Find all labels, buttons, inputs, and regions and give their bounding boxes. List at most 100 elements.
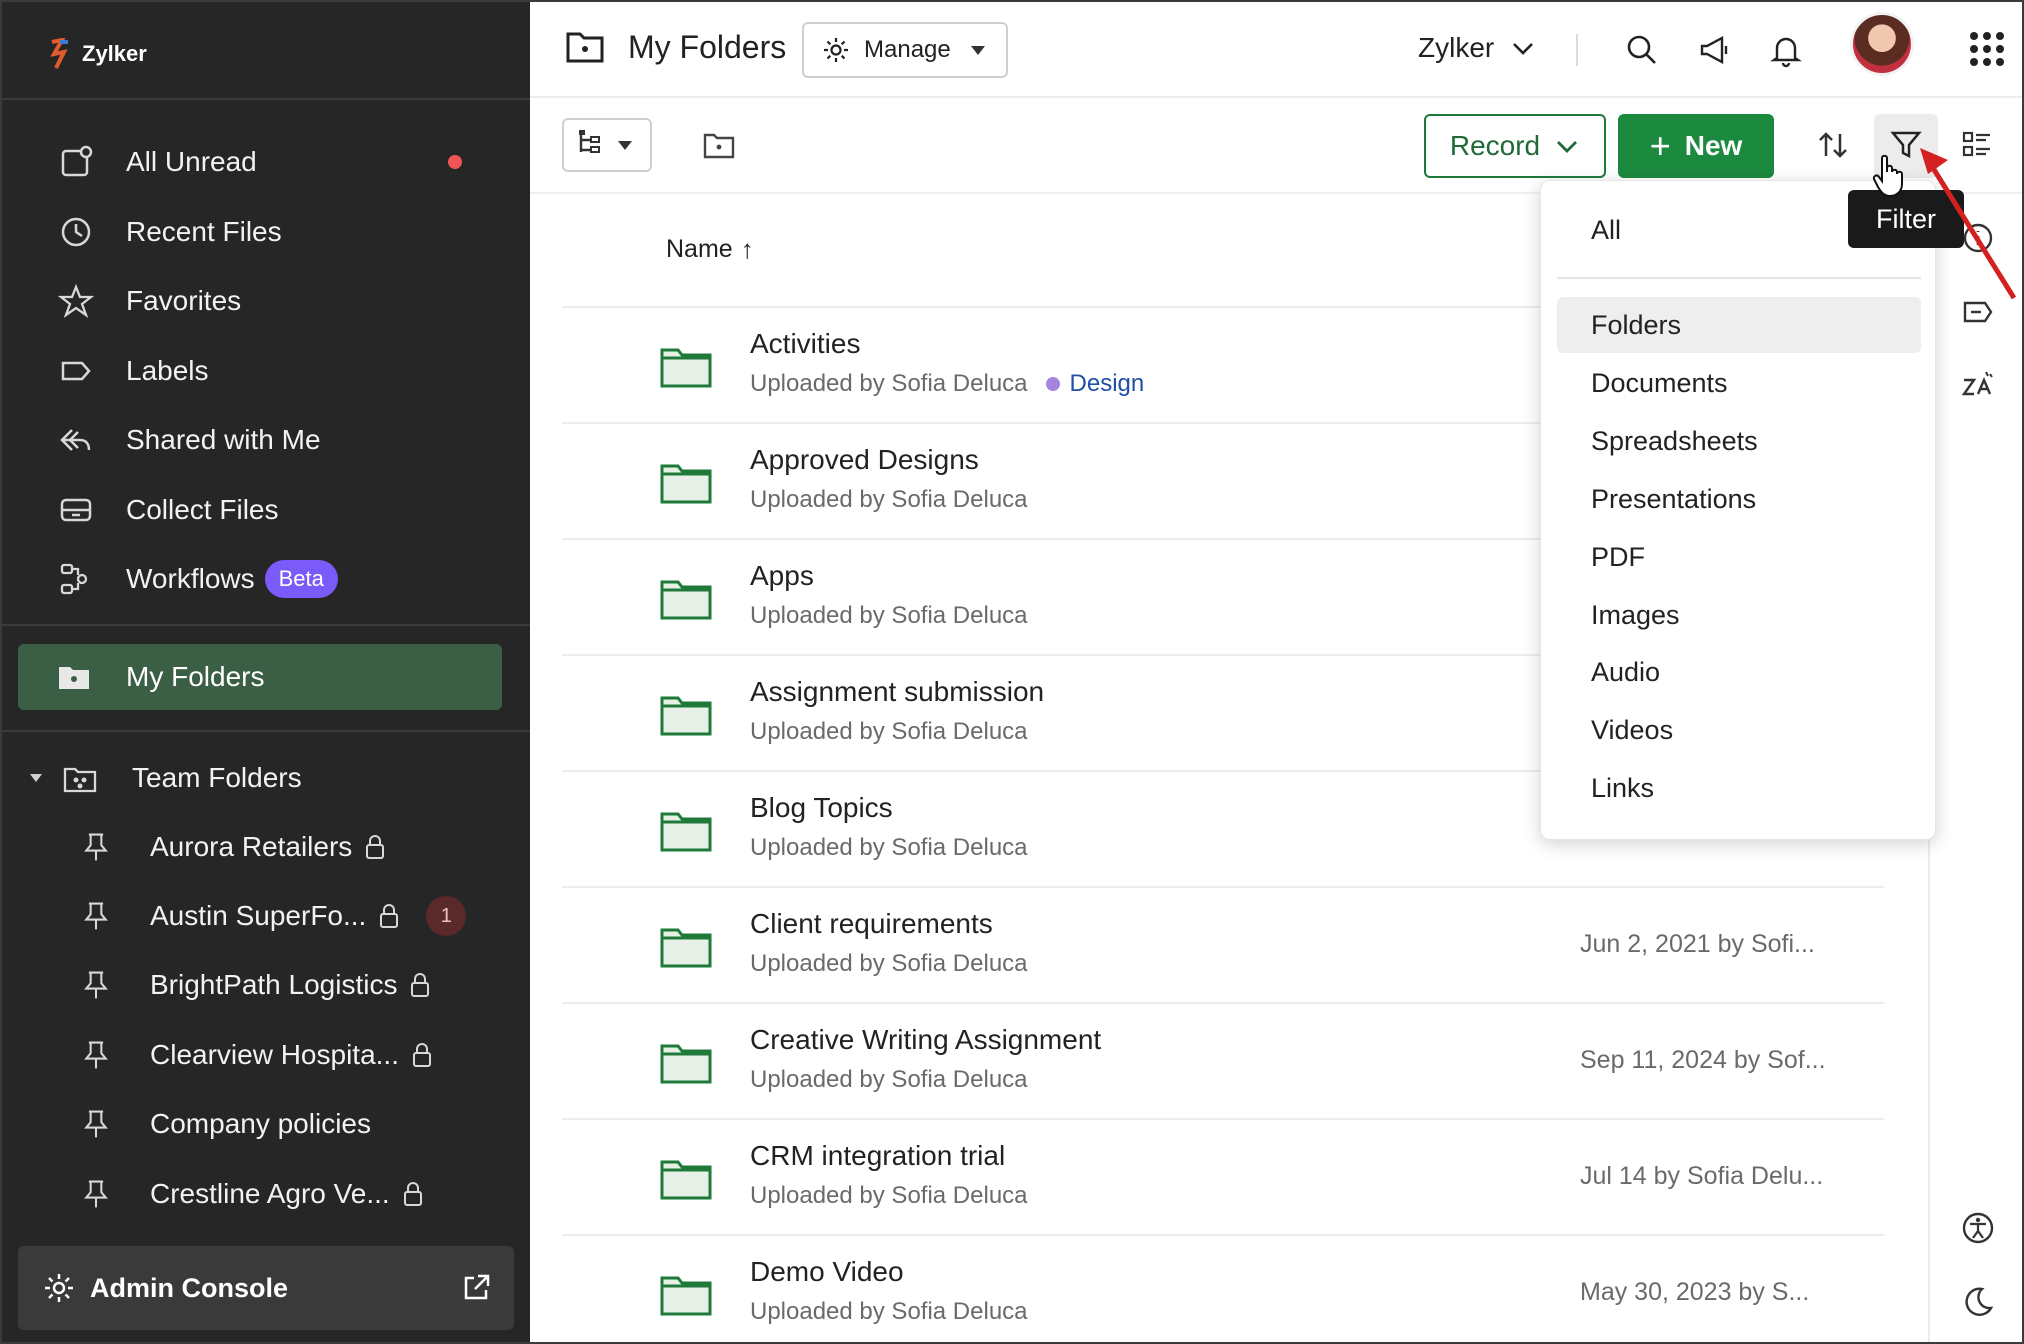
- page-title-text: My Folders: [628, 28, 787, 65]
- pin-icon: [80, 965, 120, 1005]
- team-folder-label: Aurora Retailers: [150, 831, 353, 862]
- sidebar-item-labels[interactable]: Labels: [56, 343, 209, 399]
- folder-name[interactable]: CRM integration trial: [750, 1140, 1005, 1172]
- sidebar-divider: [2, 730, 530, 732]
- accessibility-icon[interactable]: [1960, 1210, 1996, 1246]
- folder-name[interactable]: Demo Video: [750, 1256, 904, 1288]
- dark-mode-icon[interactable]: [1960, 1284, 1996, 1320]
- table-row[interactable]: CRM integration trial Uploaded by Sofia …: [562, 1120, 1884, 1236]
- page-title: My Folders: [564, 26, 786, 68]
- new-button[interactable]: + New: [1618, 114, 1774, 178]
- folder-name[interactable]: Activities: [750, 328, 860, 360]
- modified-date: Sep 11, 2024 by Sof...: [1580, 1046, 1826, 1074]
- folder-icon: [660, 1044, 712, 1084]
- unread-icon: [56, 142, 96, 182]
- filter-option-audio[interactable]: Audio: [1557, 644, 1921, 700]
- hand-cursor-icon: [1872, 154, 1903, 198]
- folder-icon: [660, 696, 712, 736]
- bell-icon[interactable]: [1768, 32, 1804, 68]
- folder-name[interactable]: Approved Designs: [750, 444, 979, 476]
- sidebar-item-label: Collect Files: [126, 494, 279, 525]
- lock-icon: [378, 903, 400, 929]
- filter-option-images[interactable]: Images: [1557, 587, 1921, 643]
- sidebar-item-label: My Folders: [126, 661, 265, 692]
- team-folder-item[interactable]: Austin SuperFo... 1: [80, 888, 467, 944]
- folder-icon: [660, 928, 712, 968]
- team-folder-item[interactable]: BrightPath Logistics: [80, 957, 431, 1013]
- new-folder-icon[interactable]: [702, 130, 736, 160]
- folder-meta: Uploaded by Sofia Deluca: [750, 486, 1028, 514]
- table-row[interactable]: Client requirements Uploaded by Sofia De…: [562, 888, 1884, 1004]
- name-column-header[interactable]: Name ↑: [666, 234, 754, 265]
- team-folder-item[interactable]: Aurora Retailers: [80, 819, 386, 875]
- announcement-icon[interactable]: [1696, 32, 1732, 68]
- sidebar-item-my-folders[interactable]: My Folders: [18, 644, 502, 710]
- folder-name[interactable]: Creative Writing Assignment: [750, 1024, 1101, 1056]
- pin-icon: [80, 827, 120, 867]
- record-button[interactable]: Record: [1424, 114, 1606, 178]
- dropdown-divider: [1557, 277, 1921, 279]
- filter-dropdown: All Folders Documents Spreadsheets Prese…: [1540, 180, 1936, 840]
- folder-icon: [660, 812, 712, 852]
- team-folder-icon: [62, 758, 102, 798]
- label-icon: [56, 351, 96, 391]
- avatar[interactable]: [1850, 12, 1914, 76]
- pin-icon: [80, 896, 120, 936]
- right-rail: [1928, 194, 2022, 1342]
- uploaded-by: Uploaded by Sofia Deluca: [750, 1066, 1028, 1093]
- pin-icon: [80, 1035, 120, 1075]
- filter-option-videos[interactable]: Videos: [1557, 702, 1921, 758]
- caret-down-icon: [618, 140, 632, 150]
- filter-option-pdf[interactable]: PDF: [1557, 529, 1921, 585]
- filter-option-all[interactable]: All: [1591, 215, 1621, 246]
- filter-option-presentations[interactable]: Presentations: [1557, 471, 1921, 527]
- sidebar-divider: [2, 624, 530, 626]
- folder-name[interactable]: Client requirements: [750, 908, 993, 940]
- folder-name[interactable]: Assignment submission: [750, 676, 1044, 708]
- header-divider: [1576, 34, 1578, 66]
- team-folder-item[interactable]: Company policies: [80, 1096, 371, 1152]
- plus-icon: +: [1649, 125, 1671, 166]
- label-tag[interactable]: Design: [1070, 370, 1145, 398]
- folder-meta: Uploaded by Sofia Deluca Design: [750, 370, 1144, 398]
- team-folder-item[interactable]: Clearview Hospita...: [80, 1027, 433, 1083]
- modified-date: Jul 14 by Sofia Delu...: [1580, 1162, 1824, 1190]
- admin-console-button[interactable]: Admin Console: [18, 1246, 514, 1330]
- filter-option-spreadsheets[interactable]: Spreadsheets: [1557, 413, 1921, 469]
- apps-grid-icon[interactable]: [1970, 32, 2004, 66]
- table-row[interactable]: Creative Writing Assignment Uploaded by …: [562, 1004, 1884, 1120]
- table-row[interactable]: Demo Video Uploaded by Sofia Deluca May …: [562, 1236, 1884, 1342]
- unread-count-badge: 1: [426, 896, 467, 936]
- sidebar-item-all-unread[interactable]: All Unread: [56, 134, 257, 190]
- sidebar-item-workflows[interactable]: Workflows Beta: [56, 551, 338, 607]
- new-label: New: [1684, 130, 1743, 161]
- app-window: Zylker All Unread Recent Files Favorites…: [0, 0, 2024, 1344]
- caret-down-icon[interactable]: [30, 774, 42, 782]
- filter-option-folders[interactable]: Folders: [1557, 297, 1921, 353]
- sidebar-item-collect-files[interactable]: Collect Files: [56, 482, 278, 538]
- org-switcher[interactable]: Zylker: [1418, 32, 1536, 64]
- team-folder-label: Company policies: [150, 1108, 371, 1139]
- external-link-icon[interactable]: [460, 1272, 492, 1304]
- uploaded-by: Uploaded by Sofia Deluca: [750, 486, 1028, 513]
- search-icon[interactable]: [1624, 32, 1660, 68]
- team-folder-item[interactable]: Crestline Agro Ve...: [80, 1166, 424, 1222]
- folder-name[interactable]: Blog Topics: [750, 792, 893, 824]
- manage-button[interactable]: Manage: [802, 22, 1008, 78]
- sidebar-item-recent-files[interactable]: Recent Files: [56, 204, 282, 260]
- sort-icon[interactable]: [1816, 128, 1850, 162]
- filter-option-links[interactable]: Links: [1557, 760, 1921, 816]
- zia-icon[interactable]: [1960, 368, 1996, 404]
- uploaded-by: Uploaded by Sofia Deluca: [750, 718, 1028, 745]
- team-folders-header[interactable]: Team Folders: [30, 750, 302, 806]
- tree-view-button[interactable]: [562, 118, 652, 172]
- sidebar-item-shared-with-me[interactable]: Shared with Me: [56, 412, 321, 468]
- brand[interactable]: Zylker: [46, 36, 147, 72]
- uploaded-by: Uploaded by Sofia Deluca: [750, 950, 1028, 977]
- folder-name[interactable]: Apps: [750, 560, 814, 592]
- sidebar-item-favorites[interactable]: Favorites: [56, 273, 241, 329]
- modified-date: May 30, 2023 by S...: [1580, 1278, 1810, 1306]
- manage-label: Manage: [864, 36, 951, 63]
- filter-option-documents[interactable]: Documents: [1557, 355, 1921, 411]
- org-name: Zylker: [1418, 32, 1495, 63]
